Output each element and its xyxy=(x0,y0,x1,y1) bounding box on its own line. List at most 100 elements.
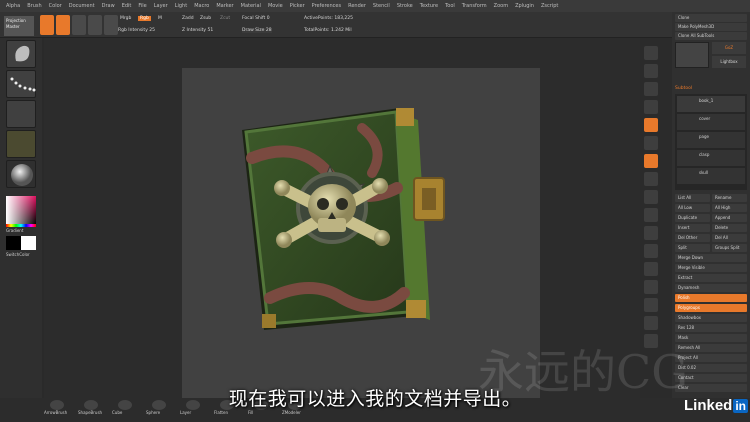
move-view-button[interactable] xyxy=(644,226,658,240)
m-toggle[interactable]: M xyxy=(158,16,162,21)
floor-button[interactable] xyxy=(644,172,658,186)
zoom-button[interactable] xyxy=(644,100,658,114)
menu-item[interactable]: Material xyxy=(241,3,261,9)
scale-button[interactable] xyxy=(88,15,102,35)
projection-master-button[interactable]: Projection Master xyxy=(4,16,34,36)
menu-item[interactable]: Zoom xyxy=(494,3,508,9)
mrgb-toggle[interactable]: Mrgb xyxy=(120,16,131,21)
solo-button[interactable] xyxy=(644,316,658,330)
aahalf-button[interactable] xyxy=(644,136,658,150)
subtool-option-button[interactable]: Polish xyxy=(675,294,747,302)
make-polymesh-button[interactable]: Make PolyMesh3D xyxy=(675,23,747,31)
alpha-thumbnail[interactable] xyxy=(6,100,36,128)
edit-button[interactable] xyxy=(40,15,54,35)
lightbox-button[interactable]: Lightbox xyxy=(712,56,746,68)
subtool-option-button[interactable]: Extract xyxy=(675,274,747,282)
local-button[interactable] xyxy=(644,190,658,204)
subtool-option-button[interactable]: Del Other xyxy=(675,234,710,242)
menu-item[interactable]: Picker xyxy=(290,3,305,9)
menu-item[interactable]: Document xyxy=(69,3,95,9)
tool-thumbnail[interactable] xyxy=(675,42,709,68)
menu-item[interactable]: Stroke xyxy=(397,3,413,9)
subtool-option-button[interactable]: List All xyxy=(675,194,710,202)
menu-item[interactable]: Zplugin xyxy=(515,3,534,9)
goz-button[interactable]: GoZ xyxy=(712,42,746,54)
hue-strip[interactable] xyxy=(6,224,36,227)
brush-thumbnail[interactable] xyxy=(6,40,36,68)
subtool-list: book_1 cover page clasp skull xyxy=(675,94,747,190)
focal-shift-slider[interactable]: Focal Shift 0 xyxy=(242,16,270,21)
draw-size-slider[interactable]: Draw Size 28 xyxy=(242,28,272,33)
zsub-toggle[interactable]: Zsub xyxy=(200,16,211,21)
menu-item[interactable]: Texture xyxy=(420,3,438,9)
draw-button[interactable] xyxy=(56,15,70,35)
move-button[interactable] xyxy=(72,15,86,35)
subtool-item[interactable]: book_1 xyxy=(677,96,745,112)
toolbar: Projection Master Mrgb Rgb M Rgb Intensi… xyxy=(0,12,750,38)
z-intensity-slider[interactable]: Z Intensity 51 xyxy=(182,28,213,33)
subtool-option-button[interactable]: Dynamesh xyxy=(675,284,747,292)
subtool-option-button[interactable]: Duplicate xyxy=(675,214,710,222)
clone-all-subtools-button[interactable]: Clone All SubTools xyxy=(675,32,747,40)
frame-button[interactable] xyxy=(644,208,658,222)
menu-item[interactable]: Layer xyxy=(154,3,168,9)
rotate-button[interactable] xyxy=(104,15,118,35)
rgb-intensity-slider[interactable]: Rgb Intensity 25 xyxy=(118,28,155,33)
subtool-item[interactable]: skull xyxy=(677,168,745,184)
subtool-item[interactable]: page xyxy=(677,132,745,148)
switch-color-swatch[interactable] xyxy=(6,236,36,250)
subtool-option-button[interactable]: Del All xyxy=(712,234,747,242)
spix-button[interactable] xyxy=(644,64,658,78)
subtool-item[interactable]: cover xyxy=(677,114,745,130)
subtool-option-button[interactable]: Insert xyxy=(675,224,710,232)
subtool-header[interactable]: Subtool xyxy=(675,86,692,91)
subtool-option-button[interactable]: Merge Down xyxy=(675,254,747,262)
scroll-button[interactable] xyxy=(644,82,658,96)
menu-item[interactable]: Tool xyxy=(445,3,455,9)
subtool-option-button[interactable]: All High xyxy=(712,204,747,212)
line-fill-button[interactable] xyxy=(644,280,658,294)
menu-item[interactable]: Movie xyxy=(268,3,283,9)
menu-item[interactable]: Macro xyxy=(194,3,209,9)
menu-item[interactable]: Brush xyxy=(27,3,41,9)
menu-item[interactable]: Color xyxy=(49,3,62,9)
menu-item[interactable]: Transform xyxy=(462,3,487,9)
menu-item[interactable]: Edit xyxy=(122,3,132,9)
zcut-toggle[interactable]: Zcut xyxy=(220,16,230,21)
menu-item[interactable]: Alpha xyxy=(6,3,20,9)
menu-item[interactable]: Zscript xyxy=(541,3,558,9)
subtool-option-button[interactable]: Groups Split xyxy=(712,244,747,252)
clone-button[interactable]: Clone xyxy=(675,14,747,22)
subtool-option-button[interactable]: Merge Visible xyxy=(675,264,747,272)
subtool-option-button[interactable]: Shadowbox xyxy=(675,314,747,322)
zadd-toggle[interactable]: Zadd xyxy=(182,16,194,21)
menu-item[interactable]: Marker xyxy=(216,3,233,9)
menu-item[interactable]: Preferences xyxy=(312,3,341,9)
transp-button[interactable] xyxy=(644,298,658,312)
subtool-option-button[interactable]: Split xyxy=(675,244,710,252)
gradient-label: Gradient xyxy=(6,228,24,233)
color-picker[interactable] xyxy=(6,196,36,224)
menu-item[interactable]: Draw xyxy=(102,3,115,9)
zoom3d-button[interactable] xyxy=(644,244,658,258)
subtool-option-button[interactable]: Res 128 xyxy=(675,324,747,332)
switch-color-label: SwitchColor xyxy=(6,252,30,257)
persp-button[interactable] xyxy=(644,154,658,168)
subtool-option-button[interactable]: Polygroups xyxy=(675,304,747,312)
menu-item[interactable]: File xyxy=(138,3,146,9)
rgb-toggle[interactable]: Rgb xyxy=(138,16,151,21)
subtool-option-button[interactable]: Rename xyxy=(712,194,747,202)
actual-button[interactable] xyxy=(644,118,658,132)
texture-thumbnail[interactable] xyxy=(6,130,36,158)
subtool-option-button[interactable]: All Low xyxy=(675,204,710,212)
rotate-view-button[interactable] xyxy=(644,262,658,276)
menu-item[interactable]: Light xyxy=(175,3,187,9)
stroke-thumbnail[interactable] xyxy=(6,70,36,98)
material-thumbnail[interactable] xyxy=(6,160,36,188)
menu-item[interactable]: Stencil xyxy=(373,3,390,9)
menu-item[interactable]: Render xyxy=(348,3,366,9)
bpr-button[interactable] xyxy=(644,46,658,60)
subtool-option-button[interactable]: Delete xyxy=(712,224,747,232)
subtool-option-button[interactable]: Append xyxy=(712,214,747,222)
subtool-item[interactable]: clasp xyxy=(677,150,745,166)
